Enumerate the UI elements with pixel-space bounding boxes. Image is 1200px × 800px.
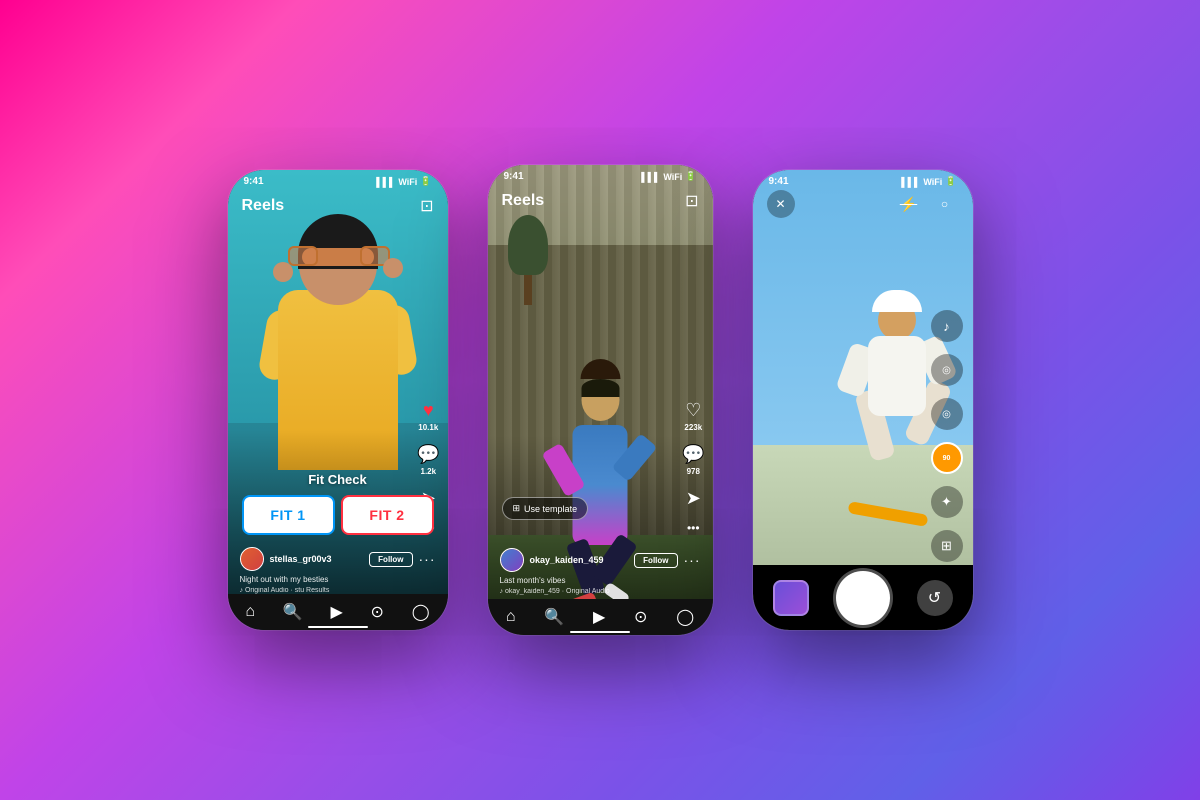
bottom-nav-phone1: ⌂ 🔍 ▶ ⊙ ◯ <box>228 594 448 630</box>
nav-reels-phone2[interactable]: ▶ <box>593 607 605 627</box>
comment-icon-phone1: 💬 <box>417 444 439 465</box>
flash-button[interactable]: ⚡ <box>895 190 923 218</box>
nav-search-phone1[interactable]: 🔍 <box>283 602 303 622</box>
camera-right-tools: ♪ ◎ ◎ 90 ✦ ⊞ <box>931 310 963 606</box>
close-camera-button[interactable]: ✕ <box>767 190 795 218</box>
home-indicator-phone2 <box>570 631 630 633</box>
like-action-phone2[interactable]: ♡ 223k <box>684 400 702 432</box>
right-actions-phone2: ♡ 223k 💬 978 ➤ ••• <box>682 400 704 535</box>
follow-button-phone1[interactable]: Follow <box>369 552 412 567</box>
user-info-bar-phone1: stellas_gr00v3 Follow ··· Night out with… <box>228 547 448 594</box>
close-icon: ✕ <box>775 197 785 211</box>
reels-title-phone1: Reels <box>242 197 285 215</box>
effect-tool-button[interactable]: ✦ <box>931 486 963 518</box>
nav-search-phone2[interactable]: 🔍 <box>544 607 564 627</box>
poll-option-2[interactable]: FIT 2 <box>341 495 434 535</box>
time-phone3: 9:41 <box>769 176 789 187</box>
nav-reels-phone1[interactable]: ▶ <box>330 602 342 622</box>
share-action-phone2[interactable]: ➤ <box>686 488 701 509</box>
home-indicator-phone1 <box>308 626 368 628</box>
camera-top-bar: ✕ ⚡ ○ <box>753 190 973 218</box>
speed-low-button[interactable]: ◎ <box>931 354 963 386</box>
reels-title-phone2: Reels <box>502 192 545 210</box>
camera-top-right: ⚡ ○ <box>895 190 959 218</box>
bottom-nav-phone2: ⌂ 🔍 ▶ ⊙ ◯ <box>488 599 713 635</box>
status-icons-phone1: ▌▌▌ WiFi 🔋 <box>376 176 431 187</box>
more-options-phone2[interactable]: ··· <box>684 552 701 568</box>
nav-profile-phone2[interactable]: ◯ <box>676 607 694 627</box>
status-bar-phone2: 9:41 ▌▌▌ WiFi 🔋 <box>488 165 713 184</box>
phone-1: 9:41 ▌▌▌ WiFi 🔋 Reels ⊡ ♥ 10.1k 💬 <box>228 170 448 630</box>
effect-icon: ✦ <box>941 494 952 510</box>
camera-button-phone2[interactable]: ⊡ <box>685 191 698 211</box>
layout-tool-button[interactable]: ⊞ <box>931 530 963 562</box>
poll-buttons: FIT 1 FIT 2 <box>242 495 434 535</box>
template-icon: ⊞ <box>513 503 521 514</box>
more-action-phone2[interactable]: ••• <box>687 521 700 535</box>
tree-phone2 <box>508 215 548 305</box>
shutter-button[interactable] <box>836 571 890 625</box>
user-info-bar-phone2: okay_kaiden_459 Follow ··· Last month's … <box>488 548 713 595</box>
share-icon-phone2: ➤ <box>686 488 701 509</box>
time-phone1: 9:41 <box>244 176 264 187</box>
speed-high-button[interactable]: ◎ <box>931 398 963 430</box>
audio-phone2: ♪ okay_kaiden_459 · Original Audio <box>500 588 701 595</box>
audio-phone1: ♪ Original Audio · stu Results <box>240 587 436 594</box>
speed-low-icon: ◎ <box>942 365 951 376</box>
flip-icon: ↺ <box>928 588 941 608</box>
heart-icon-phone2: ♡ <box>685 400 701 421</box>
caption-phone1: Night out with my besties <box>240 575 436 584</box>
user-row-phone1: stellas_gr00v3 Follow ··· <box>240 547 436 571</box>
comment-icon-phone2: 💬 <box>682 444 704 465</box>
user-row-phone2: okay_kaiden_459 Follow ··· <box>500 548 701 572</box>
poll-title: Fit Check <box>242 472 434 487</box>
speed-badge[interactable]: 90 <box>931 442 963 474</box>
more-icon-phone2: ••• <box>687 521 700 535</box>
like-count-phone2: 223k <box>684 423 702 432</box>
phone-2: 9:41 ▌▌▌ WiFi 🔋 Reels ⊡ ♡ 223k 💬 <box>488 165 713 635</box>
nav-home-phone1[interactable]: ⌂ <box>245 603 255 621</box>
poll-overlay: Fit Check FIT 1 FIT 2 <box>242 472 434 535</box>
follow-button-phone2[interactable]: Follow <box>634 553 677 568</box>
use-template-button[interactable]: ⊞ Use template <box>502 497 589 520</box>
username-phone1: stellas_gr00v3 <box>270 554 364 564</box>
nav-shop-phone2[interactable]: ⊙ <box>634 607 647 627</box>
like-count-phone1: 10.1k <box>418 423 438 432</box>
gallery-thumbnail[interactable] <box>773 580 809 616</box>
more-options-phone1[interactable]: ··· <box>419 551 436 567</box>
comment-count-phone2: 978 <box>687 467 700 476</box>
like-action-phone1[interactable]: ♥ 10.1k <box>418 400 438 432</box>
poll-option-1[interactable]: FIT 1 <box>242 495 335 535</box>
music-tool-button[interactable]: ♪ <box>931 310 963 342</box>
nav-profile-phone1[interactable]: ◯ <box>412 602 430 622</box>
music-icon: ♪ <box>943 319 950 334</box>
status-bar-phone3: 9:41 ▌▌▌ WiFi 🔋 <box>753 170 973 189</box>
caption-phone2: Last month's vibes <box>500 576 701 585</box>
speed-high-icon: ◎ <box>942 409 951 420</box>
avatar-phone2 <box>500 548 524 572</box>
flip-camera-button[interactable]: ↺ <box>917 580 953 616</box>
speed-value: 90 <box>943 455 951 462</box>
nav-home-phone2[interactable]: ⌂ <box>506 608 516 626</box>
time-phone2: 9:41 <box>504 171 524 182</box>
phone-3: 9:41 ▌▌▌ WiFi 🔋 ✕ ⚡ <box>753 170 973 630</box>
settings-button[interactable]: ○ <box>931 190 959 218</box>
use-template-label: Use template <box>524 504 577 514</box>
flash-icon: ⚡ <box>900 196 917 213</box>
avatar-phone1 <box>240 547 264 571</box>
camera-button-phone1[interactable]: ⊡ <box>420 196 433 216</box>
layout-icon: ⊞ <box>941 538 952 554</box>
status-bar-phone1: 9:41 ▌▌▌ WiFi 🔋 <box>228 170 448 189</box>
nav-shop-phone1[interactable]: ⊙ <box>371 602 384 622</box>
camera-bottom-bar: ↺ <box>753 565 973 630</box>
settings-icon: ○ <box>941 197 948 211</box>
comment-action-phone2[interactable]: 💬 978 <box>682 444 704 476</box>
heart-icon-phone1: ♥ <box>423 400 434 421</box>
username-phone2: okay_kaiden_459 <box>530 555 629 565</box>
